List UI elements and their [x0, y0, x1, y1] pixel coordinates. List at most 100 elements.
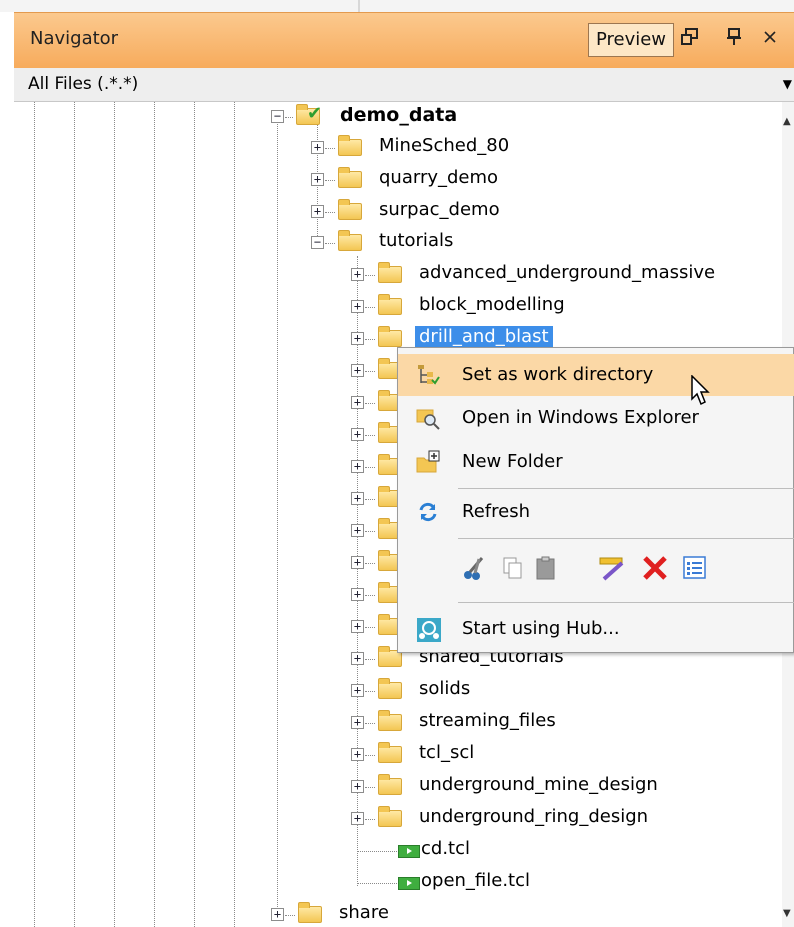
tree-node-label: open_file.tcl: [421, 870, 531, 891]
tree-node-underground-mine-design[interactable]: + underground_mine_design: [14, 772, 774, 802]
scroll-down-icon[interactable]: ▼: [783, 908, 791, 919]
tree-node-hidden[interactable]: +: [14, 580, 414, 610]
expand-toggle-icon[interactable]: +: [351, 812, 364, 825]
tree-node-label: underground_ring_design: [419, 806, 649, 827]
close-icon[interactable]: [762, 27, 778, 51]
expand-toggle-icon[interactable]: +: [351, 428, 364, 441]
folder-icon: [378, 678, 402, 699]
tree-node-cd-tcl[interactable]: cd.tcl: [14, 836, 774, 866]
refresh-icon: [416, 500, 440, 524]
folder-icon: [338, 199, 362, 220]
float-window-icon[interactable]: [680, 27, 700, 51]
paste-icon[interactable]: [533, 555, 559, 581]
menu-item-start-hub[interactable]: Start using Hub...: [398, 608, 794, 650]
tree-node-label: advanced_underground_massive: [419, 262, 716, 283]
expand-toggle-icon[interactable]: +: [351, 268, 364, 281]
new-folder-icon: [416, 450, 440, 474]
tree-node-demo-data[interactable]: − ✔ demo_data: [14, 102, 774, 132]
hub-icon: [416, 617, 441, 642]
expand-toggle-icon[interactable]: +: [351, 524, 364, 537]
tree-node-label: tcl_scl: [419, 742, 475, 763]
folder-icon: [378, 742, 402, 763]
expand-toggle-icon[interactable]: +: [351, 652, 364, 665]
pin-icon[interactable]: [726, 27, 742, 51]
expand-toggle-icon[interactable]: +: [351, 748, 364, 761]
tree-node-hidden[interactable]: +: [14, 548, 414, 578]
chevron-down-icon[interactable]: ▼: [783, 77, 792, 91]
open-folder-icon: ✔: [296, 103, 322, 125]
top-strip: [0, 0, 794, 12]
tree-node-surpac-demo[interactable]: + surpac_demo: [14, 197, 774, 227]
tree-node-hidden[interactable]: +: [14, 612, 414, 642]
folder-icon: [378, 294, 402, 315]
filter-value: All Files (.*.*): [28, 74, 139, 94]
tree-node-underground-ring-design[interactable]: + underground_ring_design: [14, 804, 774, 834]
tree-node-hidden[interactable]: +: [14, 516, 414, 546]
menu-item-open-explorer[interactable]: Open in Windows Explorer: [398, 397, 794, 439]
tree-node-label: block_modelling: [419, 294, 565, 315]
preview-button[interactable]: Preview: [588, 23, 674, 57]
tree-node-label: share: [339, 902, 389, 923]
tree-node-hidden[interactable]: +: [14, 420, 414, 450]
checkmark-icon: ✔: [307, 103, 323, 124]
menu-item-new-folder[interactable]: New Folder: [398, 441, 794, 483]
folder-icon: [378, 806, 402, 827]
expand-toggle-icon[interactable]: +: [271, 908, 284, 921]
expand-toggle-icon[interactable]: +: [311, 173, 324, 186]
tree-node-label: streaming_files: [419, 710, 556, 731]
tree-node-hidden[interactable]: +: [14, 388, 414, 418]
tree-node-label: demo_data: [340, 104, 458, 126]
expand-toggle-icon[interactable]: +: [351, 460, 364, 473]
tree-node-label-selected: drill_and_blast: [415, 326, 553, 347]
properties-icon[interactable]: [682, 555, 708, 581]
expand-toggle-icon[interactable]: +: [351, 780, 364, 793]
expand-toggle-icon[interactable]: +: [351, 396, 364, 409]
tree-node-advanced-underground[interactable]: + advanced_underground_massive: [14, 260, 774, 290]
cut-icon[interactable]: [462, 555, 488, 581]
tcl-script-icon: [398, 845, 420, 858]
expand-toggle-icon[interactable]: +: [351, 492, 364, 505]
folder-icon: [378, 326, 402, 347]
copy-icon[interactable]: [500, 555, 526, 581]
folder-icon: [338, 230, 362, 251]
tree-node-solids[interactable]: + solids: [14, 676, 774, 706]
menu-separator: [458, 602, 794, 603]
rename-icon[interactable]: [598, 555, 624, 581]
expand-toggle-icon[interactable]: +: [351, 620, 364, 633]
expand-toggle-icon[interactable]: +: [351, 300, 364, 313]
menu-item-set-work-directory[interactable]: Set as work directory: [398, 354, 794, 396]
work-directory-icon: [416, 363, 440, 387]
expand-toggle-icon[interactable]: +: [351, 716, 364, 729]
tree-node-share[interactable]: + share: [14, 900, 774, 927]
menu-item-refresh[interactable]: Refresh: [398, 491, 794, 533]
expand-toggle-icon[interactable]: +: [351, 364, 364, 377]
folder-icon: [378, 262, 402, 283]
expand-toggle-icon[interactable]: +: [351, 684, 364, 697]
expand-toggle-icon[interactable]: +: [351, 588, 364, 601]
file-filter-select[interactable]: All Files (.*.*) ▼: [14, 68, 794, 102]
tree-node-block-modelling[interactable]: + block_modelling: [14, 292, 774, 322]
expand-toggle-icon[interactable]: +: [351, 556, 364, 569]
menu-item-label: Set as work directory: [462, 364, 654, 385]
scroll-up-icon[interactable]: ▲: [783, 116, 791, 127]
expand-toggle-icon[interactable]: +: [311, 141, 324, 154]
tree-node-open-file-tcl[interactable]: open_file.tcl: [14, 868, 774, 898]
expand-toggle-icon[interactable]: +: [351, 332, 364, 345]
menu-item-label: Refresh: [462, 501, 530, 522]
menu-separator: [458, 488, 794, 489]
tree-node-tcl-scl[interactable]: + tcl_scl: [14, 740, 774, 770]
tree-node-streaming-files[interactable]: + streaming_files: [14, 708, 774, 738]
tree-node-hidden[interactable]: +: [14, 484, 414, 514]
tree-node-tutorials[interactable]: − tutorials: [14, 228, 774, 258]
expand-toggle-icon[interactable]: +: [311, 205, 324, 218]
collapse-toggle-icon[interactable]: −: [271, 110, 284, 123]
tree-node-hidden[interactable]: +: [14, 452, 414, 482]
tree-node-minesched[interactable]: + MineSched_80: [14, 133, 774, 163]
tree-node-quarry-demo[interactable]: + quarry_demo: [14, 165, 774, 195]
collapse-toggle-icon[interactable]: −: [311, 236, 324, 249]
tree-node-hidden[interactable]: +: [14, 356, 414, 386]
delete-icon[interactable]: [642, 555, 668, 581]
tree-node-label: underground_mine_design: [419, 774, 658, 795]
tcl-script-icon: [398, 877, 420, 890]
folder-icon: [378, 710, 402, 731]
